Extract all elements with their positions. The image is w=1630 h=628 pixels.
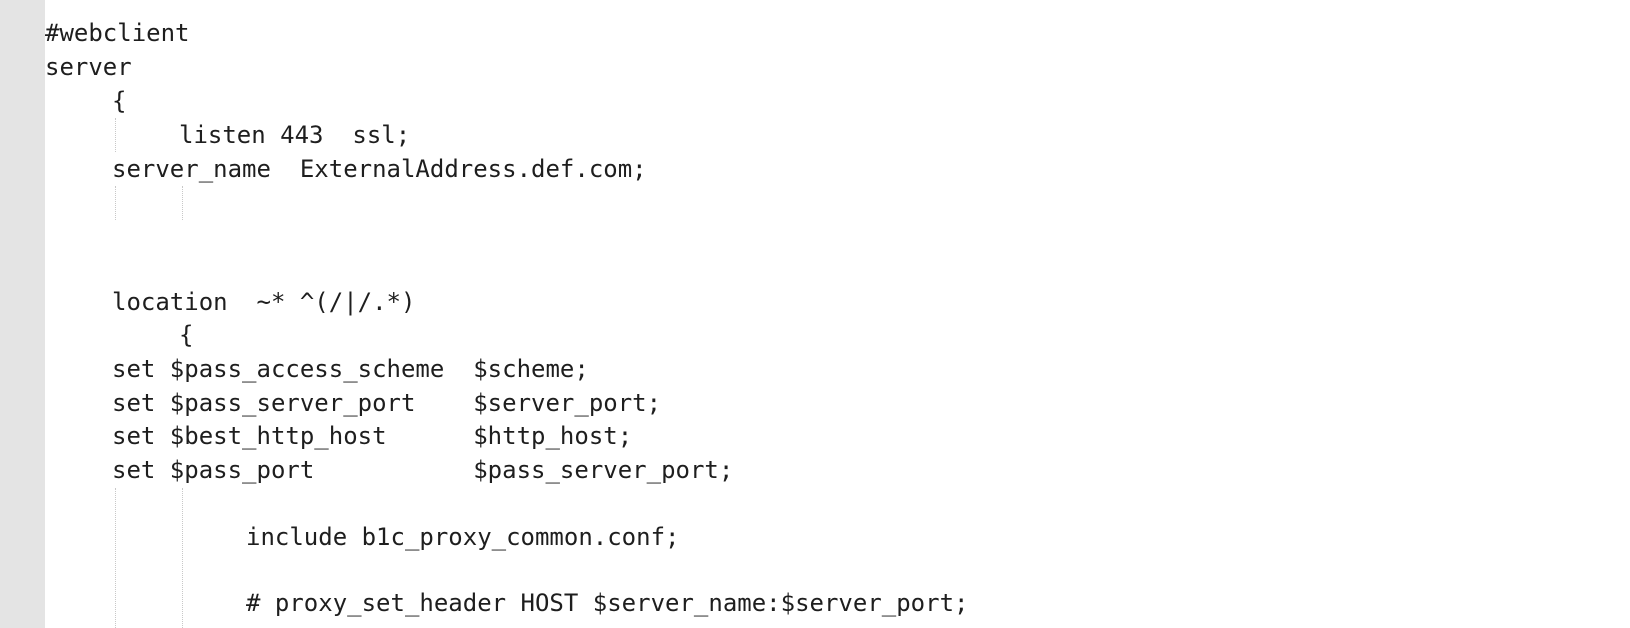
- indent-guide: [115, 186, 116, 220]
- code-line-7: {: [179, 321, 194, 349]
- code-line-6: location ~* ^(/|/.*): [112, 288, 416, 316]
- indent-guide: [115, 118, 116, 152]
- code-line-4: listen 443 ssl;: [179, 121, 411, 149]
- code-line-11: set $pass_port $pass_server_port;: [112, 456, 734, 484]
- code-line-8: set $pass_access_scheme $scheme;: [112, 355, 589, 383]
- code-line-5: server_name ExternalAddress.def.com;: [112, 155, 647, 183]
- code-line-9: set $pass_server_port $server_port;: [112, 389, 662, 417]
- code-line-1: #webclient: [45, 19, 190, 47]
- code-line-2: server: [45, 53, 132, 81]
- editor-gutter: [0, 0, 45, 628]
- indent-guide: [182, 488, 183, 628]
- code-editor[interactable]: #webclient server { listen 443 ssl; serv…: [0, 0, 1630, 628]
- code-area[interactable]: #webclient server { listen 443 ssl; serv…: [45, 0, 1630, 628]
- indent-guide: [115, 488, 116, 628]
- indent-guide: [182, 186, 183, 220]
- code-line-12: include b1c_proxy_common.conf;: [246, 523, 680, 551]
- code-line-13: # proxy_set_header HOST $server_name:$se…: [246, 589, 969, 617]
- code-line-10: set $best_http_host $http_host;: [112, 422, 633, 450]
- code-line-3: {: [112, 87, 127, 115]
